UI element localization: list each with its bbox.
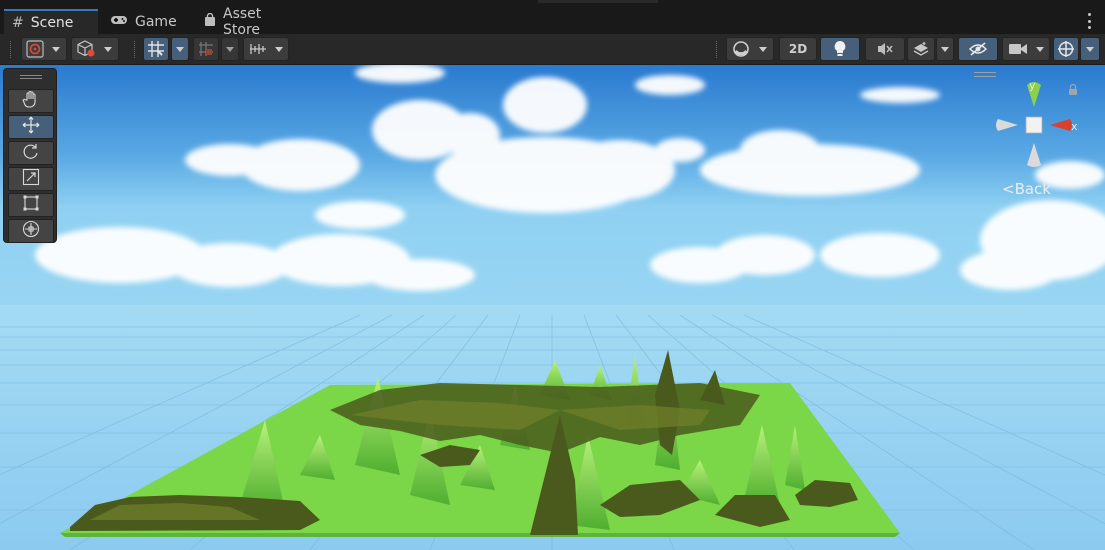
gizmos-icon xyxy=(1057,40,1075,58)
hidden-eye-icon xyxy=(968,41,988,57)
increment-snap-button[interactable] xyxy=(193,37,219,61)
scene-visibility-button[interactable] xyxy=(958,37,998,61)
scale-tool-icon xyxy=(22,168,40,190)
rotate-tool-icon xyxy=(22,142,40,164)
lighting-bulb-icon xyxy=(833,40,847,58)
effects-toggle-button[interactable] xyxy=(907,37,935,61)
gizmo-x-label: x xyxy=(1071,120,1078,133)
rect-tool-button[interactable] xyxy=(8,193,54,217)
gizmos-dropdown[interactable] xyxy=(1080,37,1100,61)
increment-snap-dropdown[interactable] xyxy=(221,37,239,61)
orientation-gizmo[interactable]: y x xyxy=(974,67,1103,197)
effects-layers-icon xyxy=(912,41,930,57)
tool-handle-button[interactable] xyxy=(21,37,67,61)
scene-viewport[interactable]: y x <Back xyxy=(0,65,1105,550)
hash-icon: # xyxy=(12,14,24,31)
axis-cones xyxy=(996,82,1077,167)
draw-mode-button[interactable] xyxy=(71,37,119,61)
chevron-down-icon xyxy=(1086,46,1094,52)
cube-draw-mode-icon xyxy=(76,40,96,58)
chevron-left-icon: < xyxy=(1002,180,1015,198)
toolbar-grip xyxy=(10,41,12,58)
move-tool-icon xyxy=(22,116,40,138)
chevron-down-icon xyxy=(275,46,283,52)
rotate-tool-button[interactable] xyxy=(8,141,54,165)
toolbar-grip xyxy=(134,41,136,58)
chevron-down-icon xyxy=(1036,46,1044,52)
scale-tool-button[interactable] xyxy=(8,167,54,191)
gizmos-toggle-button[interactable] xyxy=(1053,37,1079,61)
gizmo-drag-handle[interactable] xyxy=(974,72,996,77)
scene-toolbar: 2D xyxy=(0,34,1105,65)
tab-scene-label: Scene xyxy=(30,14,74,31)
grid-snap-button[interactable] xyxy=(143,37,169,61)
shading-sphere-icon xyxy=(732,40,750,58)
palette-drag-handle[interactable] xyxy=(20,75,42,79)
camera-icon xyxy=(1008,42,1028,56)
gizmo-view-label[interactable]: <Back xyxy=(1002,180,1051,198)
chevron-down-icon xyxy=(176,46,184,52)
audio-toggle-button[interactable] xyxy=(865,37,905,61)
lighting-toggle-button[interactable] xyxy=(820,37,860,61)
chevron-down-icon xyxy=(52,46,60,52)
gizmo-y-label: y xyxy=(1029,79,1036,92)
ruler-icon xyxy=(249,41,267,57)
hand-tool-button[interactable] xyxy=(8,89,54,113)
chevron-down-icon xyxy=(226,46,234,52)
scene-render xyxy=(0,65,1105,550)
more-options-icon[interactable] xyxy=(1083,10,1095,32)
tool-palette xyxy=(3,68,57,243)
effects-dropdown[interactable] xyxy=(936,37,954,61)
shopping-bag-icon xyxy=(204,12,216,31)
chevron-down-icon xyxy=(941,46,949,52)
move-tool-button[interactable] xyxy=(8,115,54,139)
grid-snap-icon xyxy=(147,40,165,58)
chevron-down-icon xyxy=(759,46,767,52)
2d-toggle-label: 2D xyxy=(788,42,808,56)
gamepad-icon xyxy=(110,14,128,30)
window-top-strip xyxy=(538,0,658,3)
rect-tool-icon xyxy=(22,194,40,216)
tab-asset-store[interactable]: Asset Store xyxy=(196,6,310,38)
unity-scene-window: # Scene Game Asset Store 2D y x <Back xyxy=(0,0,1105,550)
camera-settings-button[interactable] xyxy=(1002,37,1050,61)
lock-icon[interactable] xyxy=(1067,83,1081,97)
toolbar-grip xyxy=(716,41,718,58)
transform-tool-icon xyxy=(22,220,40,242)
increment-snap-icon xyxy=(197,40,215,58)
audio-mute-icon xyxy=(876,41,894,57)
gizmo-view-text: Back xyxy=(1014,180,1051,198)
tab-game-label: Game xyxy=(135,13,177,30)
tab-game[interactable]: Game xyxy=(102,9,182,34)
ruler-button[interactable] xyxy=(243,37,289,61)
chevron-down-icon xyxy=(104,46,112,52)
transform-tool-button[interactable] xyxy=(8,219,54,243)
tab-bar: # Scene Game Asset Store xyxy=(0,0,1105,38)
hand-tool-icon xyxy=(22,90,40,112)
grid-snap-dropdown[interactable] xyxy=(171,37,189,61)
shading-mode-button[interactable] xyxy=(726,37,774,61)
tab-asset-store-label: Asset Store xyxy=(223,5,262,38)
gizmo-tool-icon xyxy=(26,40,44,58)
2d-toggle-button[interactable]: 2D xyxy=(779,37,817,61)
tab-scene[interactable]: # Scene xyxy=(4,9,98,34)
